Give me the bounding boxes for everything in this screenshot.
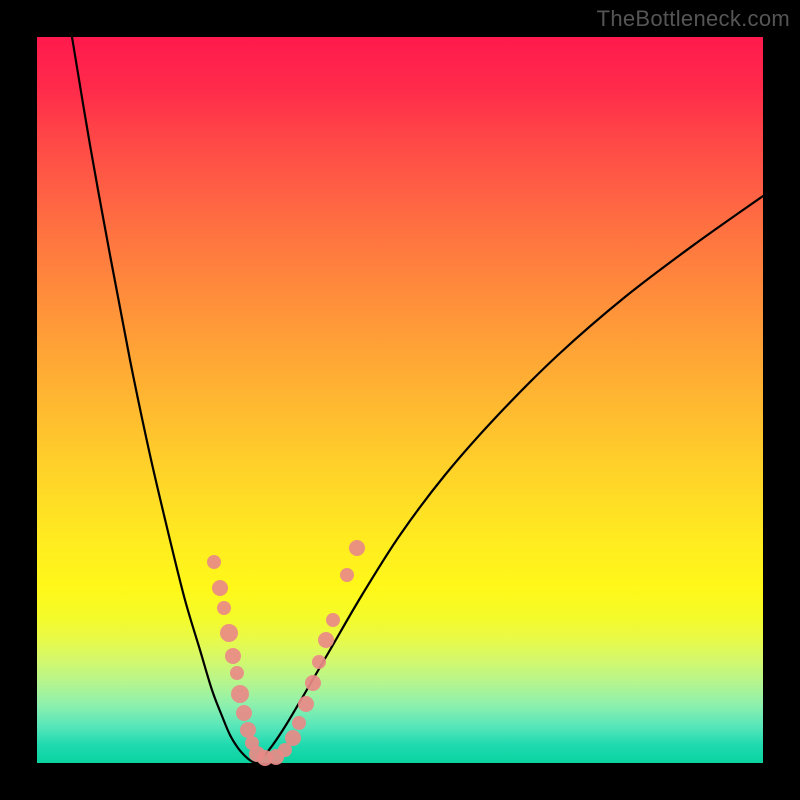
chart-frame: TheBottleneck.com	[0, 0, 800, 800]
plot-area	[37, 37, 763, 763]
watermark-text: TheBottleneck.com	[597, 6, 790, 32]
